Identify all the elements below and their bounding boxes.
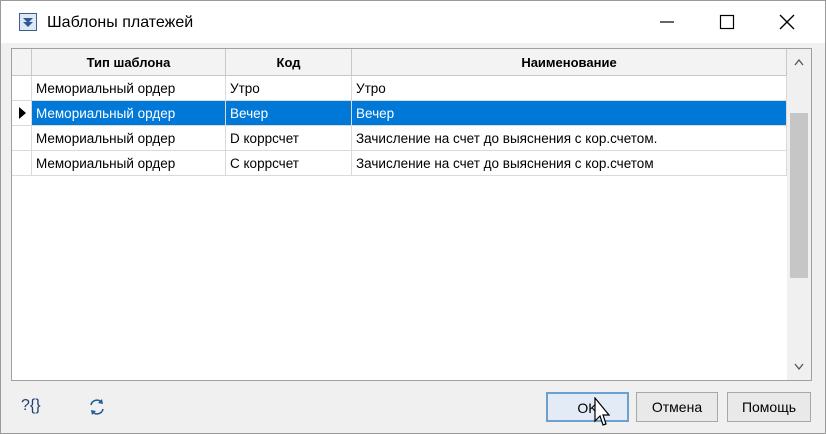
templates-grid[interactable]: Тип шаблона Код Наименование Мемориальны… (11, 48, 812, 381)
current-row-pointer-icon (19, 107, 26, 119)
maximize-button[interactable] (697, 1, 757, 43)
cell-name[interactable]: Зачисление на счет до выяснения с кор.сч… (352, 151, 787, 176)
scrollbar-thumb[interactable] (790, 113, 808, 278)
table-row[interactable]: Мемориальный ордер С коррсчет Зачисление… (12, 151, 787, 176)
cell-name[interactable]: Зачисление на счет до выяснения с кор.сч… (352, 126, 787, 151)
table-row[interactable]: Мемориальный ордер D коррсчет Зачисление… (12, 126, 787, 151)
cell-type[interactable]: Мемориальный ордер (32, 151, 226, 176)
row-indicator[interactable] (12, 151, 32, 176)
table-row-selected[interactable]: Мемориальный ордер Вечер Вечер (12, 101, 787, 126)
vertical-scrollbar[interactable] (787, 49, 811, 380)
mouse-cursor-icon (594, 397, 610, 426)
cell-type[interactable]: Мемориальный ордер (32, 101, 226, 126)
scroll-up-button[interactable] (787, 49, 811, 76)
column-header-code[interactable]: Код (226, 49, 352, 76)
close-button[interactable] (757, 1, 817, 43)
cell-code[interactable]: D коррсчет (226, 126, 352, 151)
row-indicator-header (12, 49, 32, 76)
payment-templates-dialog: Шаблоны платежей Тип шаблона Код Наимено… (0, 0, 826, 434)
cell-name[interactable]: Утро (352, 76, 787, 101)
button-bar: ?{} OK Отмена Помощь (1, 384, 825, 433)
row-indicator[interactable] (12, 76, 32, 101)
scroll-down-button[interactable] (787, 353, 811, 380)
refresh-icon[interactable] (87, 397, 107, 422)
title-bar[interactable]: Шаблоны платежей (1, 1, 825, 43)
row-indicator[interactable] (12, 101, 32, 126)
ok-button[interactable]: OK (546, 392, 629, 422)
cell-type[interactable]: Мемориальный ордер (32, 76, 226, 101)
chevron-down-icon (794, 363, 804, 370)
minimize-button[interactable] (637, 1, 697, 43)
cell-code[interactable]: Утро (226, 76, 352, 101)
window-title: Шаблоны платежей (47, 14, 194, 31)
cell-type[interactable]: Мемориальный ордер (32, 126, 226, 151)
row-indicator[interactable] (12, 126, 32, 151)
cancel-button[interactable]: Отмена (636, 392, 718, 422)
help-button[interactable]: Помощь (727, 392, 811, 422)
column-header-type[interactable]: Тип шаблона (32, 49, 226, 76)
query-icon[interactable]: ?{} (21, 397, 41, 415)
column-header-name[interactable]: Наименование (352, 49, 787, 76)
cell-name[interactable]: Вечер (352, 101, 787, 126)
table-row[interactable]: Мемориальный ордер Утро Утро (12, 76, 787, 101)
grid-header: Тип шаблона Код Наименование (12, 49, 787, 76)
cell-code[interactable]: С коррсчет (226, 151, 352, 176)
cell-code[interactable]: Вечер (226, 101, 352, 126)
chevron-up-icon (794, 59, 804, 66)
app-menu-icon[interactable] (19, 13, 37, 31)
